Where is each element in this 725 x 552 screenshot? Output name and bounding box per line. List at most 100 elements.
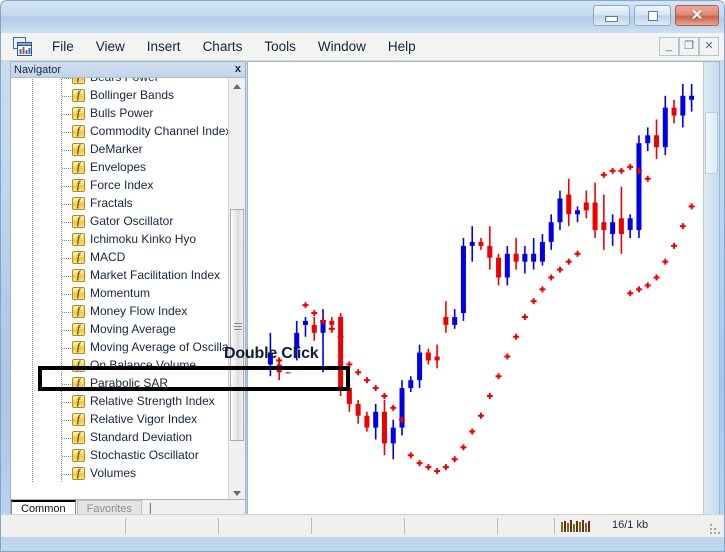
function-icon: f [72, 161, 85, 174]
parabolic-sar-dot [513, 333, 520, 340]
mdi-minimize-button[interactable]: _ [659, 37, 679, 56]
tree-item-bears-power[interactable]: f Bears Power [11, 78, 227, 87]
minimize-button[interactable] [593, 5, 630, 26]
mdi-restore-button[interactable]: ❐ [679, 37, 699, 56]
tree-item-bulls-power[interactable]: f Bulls Power [11, 105, 227, 123]
parabolic-sar-dot [504, 353, 511, 360]
candle-body [592, 202, 598, 231]
parabolic-sar-dot [530, 298, 537, 305]
tree-item-commodity-channel-index[interactable]: f Commodity Channel Index [11, 123, 231, 141]
tree-item-bollinger-bands[interactable]: f Bollinger Bands [11, 87, 227, 105]
candle-body [531, 253, 537, 262]
connection-strength-icon[interactable] [561, 520, 590, 532]
signal-bar [573, 524, 575, 532]
chart-scroll-thumb[interactable] [705, 112, 718, 174]
tree-item-money-flow-index[interactable]: f Money Flow Index [11, 303, 227, 321]
tree-rail [32, 375, 33, 393]
tree-item-envelopes[interactable]: f Envelopes [11, 159, 227, 177]
tree-item-macd[interactable]: f MACD [11, 249, 227, 267]
tree-item-force-index[interactable]: f Force Index [11, 177, 227, 195]
parabolic-sar-dot [539, 286, 546, 293]
parabolic-sar-dot [355, 369, 362, 376]
scroll-up-button[interactable] [229, 78, 245, 95]
chart-horizontal-scrollbar[interactable] [703, 62, 719, 517]
tree-connector [62, 258, 71, 259]
tree-connector [62, 168, 71, 169]
tree-rail [32, 213, 33, 231]
tree-rail [32, 303, 33, 321]
price-chart[interactable] [248, 62, 703, 517]
parabolic-sar-dot [460, 444, 467, 451]
tree-rail [32, 105, 33, 123]
function-icon: f [72, 413, 85, 426]
tree-item-relative-strength-index[interactable]: f Relative Strength Index [11, 393, 227, 411]
signal-bar [567, 523, 569, 532]
signal-bar [570, 520, 572, 532]
tree-connector [62, 114, 71, 115]
candle-body [496, 257, 502, 278]
candle-body [601, 222, 607, 231]
mdi-window-controls: _ ❐ ✕ [659, 37, 719, 56]
status-divider [404, 518, 405, 534]
close-button[interactable]: ✕ [675, 5, 719, 26]
parabolic-sar-dot [627, 290, 634, 297]
tree-item-momentum[interactable]: f Momentum [11, 285, 227, 303]
tree-rail [32, 141, 33, 159]
status-divider [497, 518, 498, 534]
tree-item-gator-oscillator[interactable]: f Gator Oscillator [11, 213, 227, 231]
navigator-close-icon[interactable]: x [235, 63, 241, 76]
parabolic-sar-dot [469, 428, 476, 435]
tree-connector [62, 402, 71, 403]
tree-item-moving-average[interactable]: f Moving Average [11, 321, 227, 339]
tree-connector [62, 150, 71, 151]
navigator-scrollbar[interactable] [228, 78, 245, 502]
candle-body [504, 253, 510, 278]
tree-item-label: Money Flow Index [90, 304, 188, 318]
parabolic-sar-dot [328, 325, 335, 332]
parabolic-sar-dot [495, 373, 502, 380]
chart-window[interactable] [247, 61, 720, 518]
tree-connector [62, 312, 71, 313]
function-icon: f [72, 179, 85, 192]
candle-body [548, 222, 554, 242]
tree-rail [32, 123, 33, 141]
mdi-close-button[interactable]: ✕ [699, 37, 719, 56]
signal-bar [579, 522, 581, 532]
tree-connector [62, 96, 71, 97]
menu-item-tools[interactable]: Tools [253, 36, 307, 57]
tree-item-volumes[interactable]: f Volumes [11, 465, 227, 483]
tree-item-market-facilitation-index[interactable]: f Market Facilitation Index [11, 267, 227, 285]
tree-item-moving-average-of-oscillat[interactable]: f Moving Average of Oscillat [11, 339, 232, 357]
menu-item-view[interactable]: View [85, 36, 136, 57]
parabolic-sar-dot [618, 167, 625, 174]
navigator-tree-body[interactable]: f Bears Power f Bollinger Bands f Bulls Power… [11, 78, 245, 502]
tree-item-relative-vigor-index[interactable]: f Relative Vigor Index [11, 411, 227, 429]
tree-item-standard-deviation[interactable]: f Standard Deviation [11, 429, 227, 447]
tree-rail [32, 285, 33, 303]
tree-item-label: Market Facilitation Index [90, 268, 221, 282]
menu-item-window[interactable]: Window [307, 36, 377, 57]
tree-item-label: Gator Oscillator [90, 214, 174, 228]
function-icon: f [72, 251, 85, 264]
candle-body [443, 317, 449, 325]
tree-connector [62, 474, 71, 475]
parabolic-sar-dot [363, 377, 370, 384]
maximize-button[interactable] [634, 5, 671, 26]
tree-rail [32, 393, 33, 411]
tree-item-demarker[interactable]: f DeMarker [11, 141, 227, 159]
tree-item-stochastic-oscillator[interactable]: f Stochastic Oscillator [11, 447, 227, 465]
function-icon: f [72, 215, 85, 228]
tree-rail [32, 159, 33, 177]
menu-item-help[interactable]: Help [377, 36, 427, 57]
menu-item-file[interactable]: File [41, 36, 85, 57]
tree-item-fractals[interactable]: f Fractals [11, 195, 227, 213]
maximize-icon [647, 10, 658, 21]
candle-body [434, 356, 440, 361]
menu-item-charts[interactable]: Charts [192, 36, 254, 57]
function-icon: f [72, 287, 85, 300]
tree-connector [62, 78, 71, 79]
tree-item-ichimoku-kinko-hyo[interactable]: f Ichimoku Kinko Hyo [11, 231, 227, 249]
navigator-scroll-thumb[interactable] [230, 209, 244, 441]
menu-item-insert[interactable]: Insert [136, 36, 192, 57]
resize-grip[interactable] [707, 521, 721, 535]
